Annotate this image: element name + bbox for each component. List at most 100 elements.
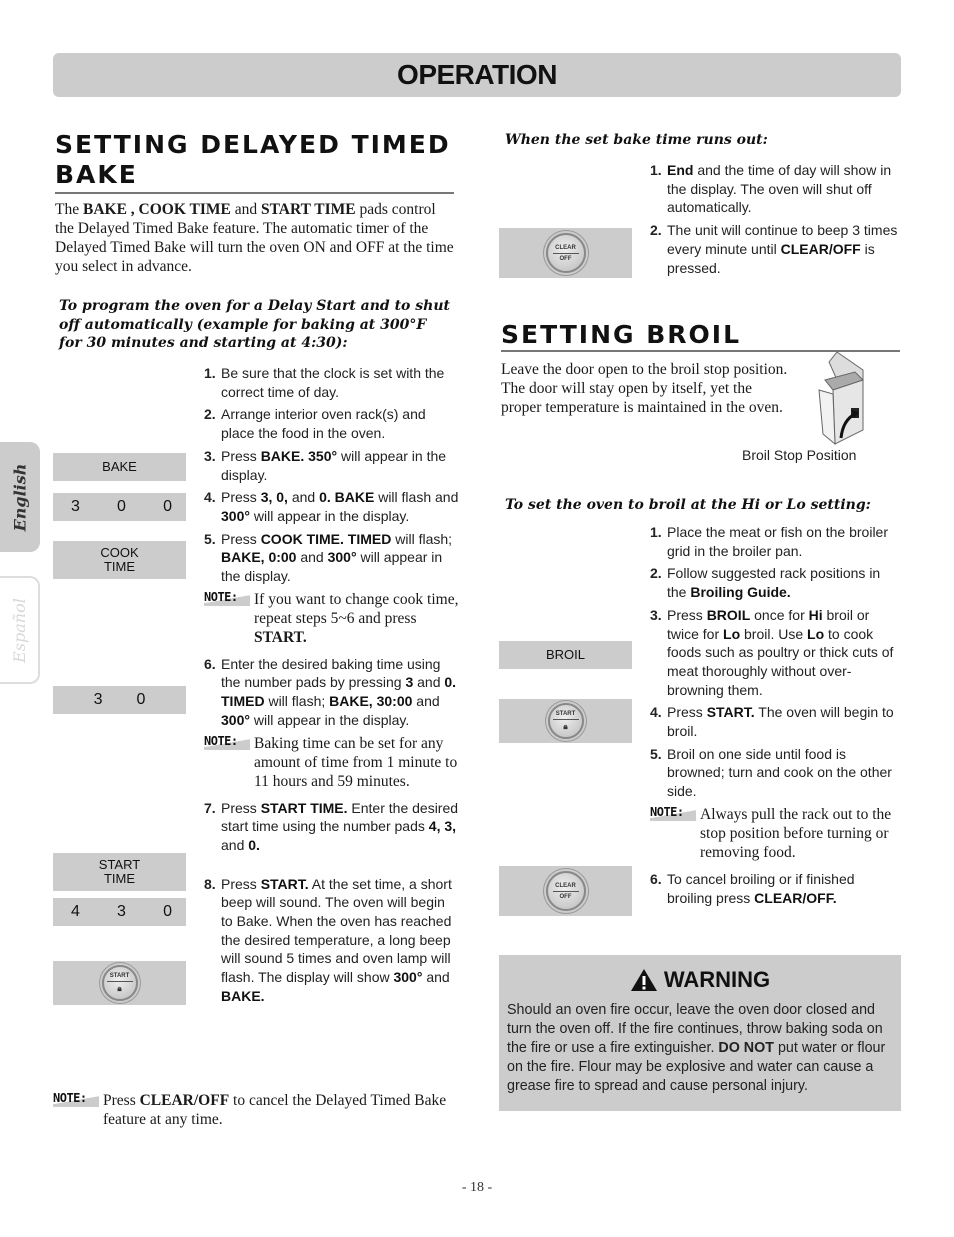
step-number: 5. bbox=[204, 530, 216, 547]
step-number: 4. bbox=[204, 489, 216, 506]
warning-body: Should an oven fire occur, leave the ove… bbox=[507, 1002, 886, 1094]
delayed-bake-title-line1: SETTING DELAYED TIMED bbox=[55, 130, 451, 159]
digit-display-430: 4 3 0 bbox=[53, 898, 186, 926]
tab-espanol[interactable]: Español bbox=[0, 576, 40, 684]
digit: 3 bbox=[71, 498, 80, 515]
note: NOTE: Baking time can be set for any amou… bbox=[204, 733, 459, 791]
step-item: 4. Press START. The oven will begin to br… bbox=[650, 703, 902, 740]
step-text: Enter the desired baking time using the … bbox=[221, 655, 457, 728]
step-text: The unit will continue to beep 3 times e… bbox=[667, 222, 898, 276]
step-item: 2. Follow suggested rack positions in the… bbox=[650, 564, 902, 601]
broil-subheading: To set the oven to broil at the Hi or Lo… bbox=[505, 497, 871, 513]
step-text: Broil on one side until food is browned;… bbox=[667, 745, 892, 800]
digit: 4 bbox=[71, 903, 80, 920]
step-number: 8. bbox=[204, 875, 216, 892]
step-text: Arrange interior oven rack(s) and place … bbox=[221, 406, 426, 442]
bake-pad-label: BAKE bbox=[102, 459, 137, 474]
clear-off-button-broil[interactable]: CLEAR OFF bbox=[545, 871, 586, 911]
step-number: 1. bbox=[650, 162, 662, 178]
broil-image-caption: Broil Stop Position bbox=[742, 447, 857, 463]
start-button[interactable]: START 🔒︎ bbox=[101, 965, 138, 1001]
step-item: 5. Press COOK TIME. TIMED will flash; BAK… bbox=[204, 530, 459, 586]
note-label: NOTE: bbox=[204, 733, 250, 750]
final-note: NOTE: Press CLEAR/OFF to cancel the Dela… bbox=[53, 1091, 458, 1129]
note-label: NOTE: bbox=[204, 589, 250, 606]
step-text: Press BROIL once for Hi broil or twice f… bbox=[667, 606, 894, 698]
step-text: Follow suggested rack positions in the B… bbox=[667, 565, 881, 601]
step-item: 3. Press BROIL once for Hi broil or twice… bbox=[650, 606, 902, 700]
runs-out-heading: When the set bake time runs out: bbox=[505, 132, 768, 148]
delayed-bake-title: SETTING DELAYED TIMED BAKE bbox=[55, 130, 454, 194]
clear-button-panel-1: CLEAR OFF bbox=[499, 228, 632, 278]
step-item: 1. Place the meat or fish on the broiler … bbox=[650, 523, 902, 560]
step-item: 4. Press 3, 0, and 0. BAKE will flash and… bbox=[204, 488, 459, 525]
step-text: Press START. The oven will begin to broi… bbox=[667, 704, 894, 740]
step-item: 8. Press START. At the set time, a short … bbox=[204, 875, 459, 1006]
start-time-pad[interactable]: START TIME bbox=[53, 853, 186, 891]
step-item: 6. Enter the desired baking time using th… bbox=[204, 655, 459, 730]
bake-pad[interactable]: BAKE bbox=[53, 453, 186, 481]
start-button-label: START bbox=[555, 710, 576, 717]
cook-time-pad[interactable]: COOK TIME bbox=[53, 541, 186, 579]
delayed-bake-steps: 1. Be sure that the clock is set with the… bbox=[204, 364, 459, 1010]
broil-steps: 1. Place the meat or fish on the broiler … bbox=[650, 523, 902, 911]
clear-label: CLEAR bbox=[555, 882, 576, 889]
cook-time-label-2: TIME bbox=[103, 559, 136, 574]
delayed-bake-subheading: To program the oven for a Delay Start an… bbox=[59, 298, 450, 351]
start-button-panel: START 🔒︎ bbox=[53, 961, 186, 1005]
step-text: Press BAKE. 350° will appear in the disp… bbox=[221, 447, 447, 483]
clear-label: CLEAR bbox=[555, 244, 576, 251]
off-label: OFF bbox=[559, 893, 572, 900]
cook-time-label-1: COOK bbox=[100, 545, 139, 560]
digit: 0 bbox=[117, 498, 126, 515]
step-number: 7. bbox=[204, 799, 216, 816]
note: NOTE: Always pull the rack out to the sto… bbox=[650, 804, 902, 862]
page-title: OPERATION bbox=[397, 59, 557, 90]
start-button-label: START bbox=[109, 972, 130, 979]
broil-pad[interactable]: BROIL bbox=[499, 641, 632, 669]
step-number: 2. bbox=[204, 406, 216, 423]
tab-espanol-label: Español bbox=[9, 597, 29, 663]
clear-off-button[interactable]: CLEAR OFF bbox=[545, 233, 586, 273]
step-item: 2. Arrange interior oven rack(s) and plac… bbox=[204, 405, 459, 442]
note-text: Press CLEAR/OFF to cancel the Delayed Ti… bbox=[103, 1092, 447, 1128]
step-item: 5. Broil on one side until food is browne… bbox=[650, 745, 902, 801]
note-text: Baking time can be set for any amount of… bbox=[254, 734, 458, 790]
start-button-panel-broil: START 🔒︎ bbox=[499, 699, 632, 743]
step-number: 3. bbox=[650, 606, 662, 623]
broil-pad-label: BROIL bbox=[545, 647, 585, 662]
clear-button-panel-2: CLEAR OFF bbox=[499, 866, 632, 916]
runs-out-steps: 1. End and the time of day will show in t… bbox=[650, 161, 900, 281]
note: NOTE: If you want to change cook time, re… bbox=[204, 589, 459, 647]
step-text: Press 3, 0, and 0. BAKE will flash and 3… bbox=[221, 489, 459, 524]
digit: 3 bbox=[93, 691, 103, 708]
start-button-broil[interactable]: START 🔒︎ bbox=[547, 703, 584, 739]
tab-english-label: English bbox=[10, 463, 30, 531]
digit: 0 bbox=[163, 903, 172, 920]
start-time-label-1: START bbox=[98, 857, 141, 872]
warning-box: WARNING Should an oven fire occur, leave… bbox=[499, 955, 901, 1111]
start-time-label-2: TIME bbox=[103, 871, 136, 886]
broil-title: SETTING BROIL bbox=[501, 320, 900, 352]
broil-stop-illustration bbox=[815, 350, 865, 446]
step-item: 7. Press START TIME. Enter the desired st… bbox=[204, 799, 459, 855]
step-item: 3. Press BAKE. 350° will appear in the di… bbox=[204, 447, 459, 484]
step-number: 6. bbox=[650, 870, 662, 887]
note-text: If you want to change cook time, repeat … bbox=[254, 590, 459, 646]
note-label: NOTE: bbox=[53, 1091, 99, 1107]
warning-title-text: WARNING bbox=[663, 967, 771, 992]
step-number: 6. bbox=[204, 655, 216, 672]
note-label: NOTE: bbox=[650, 804, 696, 821]
digit-display-30: 3 0 bbox=[53, 686, 186, 714]
note-text: Always pull the rack out to the stop pos… bbox=[700, 805, 892, 861]
oven-icon bbox=[818, 351, 864, 446]
delayed-bake-intro: The BAKE , COOK TIME and START TIME pads… bbox=[55, 201, 454, 275]
page-header-bar: OPERATION bbox=[53, 53, 901, 97]
warning-title: WARNING bbox=[507, 967, 893, 993]
step-text: To cancel broiling or if finished broili… bbox=[667, 870, 855, 906]
step-number: 3. bbox=[204, 447, 216, 464]
tab-english[interactable]: English bbox=[0, 442, 40, 552]
step-number: 2. bbox=[650, 222, 662, 239]
step-item: 2. The unit will continue to beep 3 times… bbox=[650, 221, 900, 277]
step-number: 2. bbox=[650, 565, 662, 582]
